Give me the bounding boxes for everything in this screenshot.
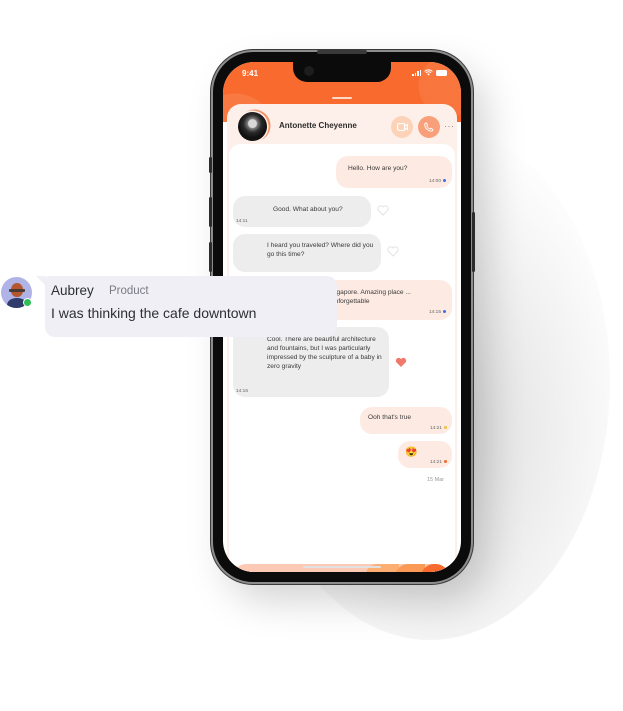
liked-heart-icon[interactable] <box>395 357 407 368</box>
volume-down-button <box>209 242 212 272</box>
chat-header: Antonette Cheyenne ··· <box>227 104 457 146</box>
message-bubble-incoming[interactable]: Cool. There are beautiful architecture a… <box>233 327 389 397</box>
status-time: 9:41 <box>242 69 259 78</box>
chat-panel: Antonette Cheyenne ··· Hello. How are yo… <box>227 104 457 572</box>
message-text: Cool. There are beautiful architecture a… <box>267 336 382 370</box>
volume-up-button <box>209 197 212 227</box>
emoji-button[interactable] <box>395 564 425 572</box>
message-text: ...gapore. Amazing place ... unforgettab… <box>331 289 411 305</box>
front-camera <box>304 66 314 76</box>
message-time: 14:15 <box>429 310 446 316</box>
smiley-icon <box>409 571 411 572</box>
send-icon <box>430 572 441 573</box>
read-status-dot <box>444 426 447 430</box>
video-camera-icon <box>396 123 408 131</box>
message-text: Ooh that's true <box>368 414 412 421</box>
signal-icon <box>412 69 421 76</box>
message-list[interactable]: Hello. How are you? 14:00 Good. What abo… <box>229 144 455 572</box>
notch <box>293 62 391 82</box>
message-text: I heard you traveled? Where did you go t… <box>267 242 374 258</box>
message-time: 14:21 <box>430 460 447 466</box>
read-status-dot <box>443 179 446 183</box>
date-separator: 15 Mar <box>427 477 445 483</box>
wifi-icon <box>424 69 433 76</box>
voice-call-button[interactable] <box>418 116 440 138</box>
paperclip-icon <box>377 572 387 573</box>
message-bubble-outgoing[interactable]: ...gapore. Amazing place ... unforgettab… <box>321 280 452 320</box>
message-text: Hello. How are you? <box>348 165 408 172</box>
comment-role: Product <box>109 285 149 297</box>
message-bubble-outgoing[interactable]: 😍 14:21 <box>398 441 452 468</box>
speaker-grille <box>317 50 367 54</box>
message-time: 14:16 <box>236 389 249 394</box>
video-call-button[interactable] <box>391 116 413 138</box>
message-text: Good. What about you? <box>273 206 343 213</box>
contact-avatar[interactable] <box>238 112 267 141</box>
message-bubble-incoming[interactable]: I heard you traveled? Where did you go t… <box>233 234 381 272</box>
message-time: 14:00 <box>429 179 446 185</box>
emoji-message: 😍 <box>405 447 418 458</box>
comment-card[interactable]: Aubrey Product I was thinking the cafe d… <box>45 276 337 337</box>
home-indicator <box>303 566 381 568</box>
more-options-icon[interactable]: ··· <box>444 121 455 131</box>
battery-icon <box>436 69 447 76</box>
sheet-grab-handle[interactable] <box>332 97 352 99</box>
message-time: 14:11 <box>236 219 248 224</box>
online-status-indicator <box>23 298 32 307</box>
message-bubble-outgoing[interactable]: Ooh that's true 14:21 <box>360 407 452 434</box>
message-bubble-incoming[interactable]: Good. What about you? 14:11 <box>233 196 371 227</box>
send-button[interactable] <box>421 564 449 572</box>
contact-name[interactable]: Antonette Cheyenne <box>279 121 357 130</box>
like-heart-icon[interactable] <box>387 246 399 257</box>
phone-icon <box>424 122 434 132</box>
comment-author: Aubrey <box>51 283 94 298</box>
message-time: 14:21 <box>430 426 447 432</box>
like-heart-icon[interactable] <box>377 205 389 216</box>
read-status-dot <box>444 460 447 464</box>
read-status-dot <box>443 310 446 314</box>
comment-text: I was thinking the cafe downtown <box>51 305 257 321</box>
mute-switch <box>209 157 212 173</box>
message-bubble-outgoing[interactable]: Hello. How are you? 14:00 <box>336 156 452 188</box>
status-icons <box>412 69 447 76</box>
power-button <box>472 212 475 272</box>
